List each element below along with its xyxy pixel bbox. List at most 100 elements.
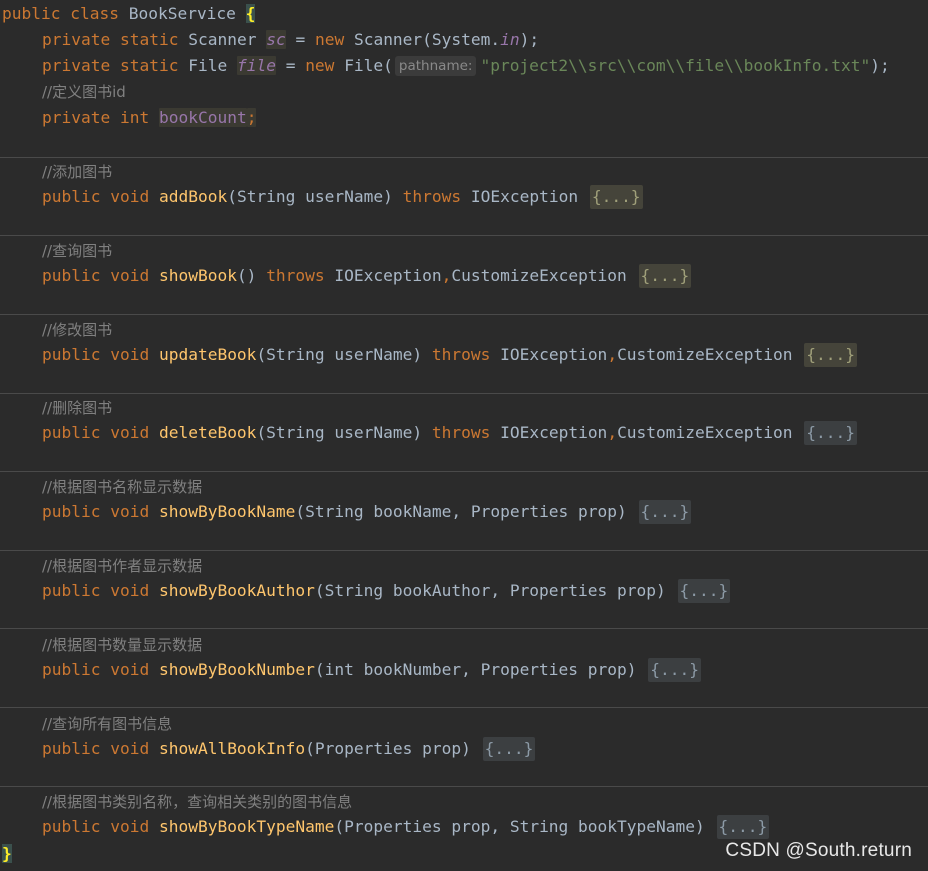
method-separator — [0, 393, 928, 394]
keyword-private: private — [42, 56, 111, 75]
class-close-brace: } — [2, 844, 12, 863]
keyword-void: void — [110, 660, 150, 679]
method-separator — [0, 786, 928, 787]
method-comment: //添加图书 — [42, 163, 113, 181]
type-name: Scanner — [188, 30, 257, 49]
folded-body-toggle[interactable]: {...} — [804, 343, 857, 367]
method-name: showByBookAuthor — [158, 581, 315, 600]
method-signature-showByBookName[interactable]: public void showByBookName(String bookNa… — [42, 500, 692, 524]
keyword-public: public — [42, 423, 101, 442]
system-in-field: in — [500, 30, 520, 49]
keyword-void: void — [110, 187, 150, 206]
method-separator — [0, 157, 928, 158]
parameter-name-hint: pathname: — [394, 56, 477, 76]
method-parameters: (Properties prop, String bookTypeName) — [334, 817, 715, 836]
keyword-public: public — [42, 817, 101, 836]
keyword-void: void — [110, 423, 150, 442]
folded-body-toggle[interactable]: {...} — [589, 185, 643, 209]
folded-body-toggle[interactable]: {...} — [677, 579, 731, 603]
keyword-static: static — [119, 56, 179, 75]
operator: = — [295, 30, 306, 49]
folded-body-toggle[interactable]: {...} — [804, 421, 857, 445]
method-separator — [0, 628, 928, 629]
class-declaration-line[interactable]: public class BookService { — [2, 2, 256, 26]
method-comment: //根据图书名称显示数据 — [42, 478, 203, 496]
keyword-throws: throws — [402, 187, 462, 206]
class-open-brace: { — [245, 4, 256, 23]
constructor-call: Scanner(System. — [353, 30, 501, 49]
field-name-sc: sc — [266, 30, 286, 49]
method-parameters: (String userName) — [256, 345, 432, 364]
method-parameters: () — [236, 266, 267, 285]
field-file-line[interactable]: private static File file = new File(path… — [42, 54, 890, 78]
method-signature-showByBookAuthor[interactable]: public void showByBookAuthor(String book… — [42, 579, 731, 603]
method-separator — [0, 471, 928, 472]
keyword-new: new — [305, 56, 335, 75]
folded-body-toggle[interactable]: {...} — [648, 658, 701, 682]
path-string-literal: "project2\\src\\com\\file\\bookInfo.txt" — [480, 56, 871, 75]
method-name: addBook — [158, 187, 228, 206]
field-bookcount-line[interactable]: private int bookCount; — [42, 106, 257, 130]
keyword-static: static — [119, 30, 179, 49]
class-name: BookService — [128, 4, 236, 23]
keyword-void: void — [110, 581, 150, 600]
folded-body-toggle[interactable]: {...} — [716, 815, 770, 839]
method-signature-deleteBook[interactable]: public void deleteBook(String userName) … — [42, 421, 857, 445]
comment-line: //定义图书id — [42, 83, 126, 101]
field-name-file: file — [236, 56, 276, 75]
keyword-private: private — [42, 30, 111, 49]
keyword-public: public — [2, 4, 61, 23]
method-name: showAllBookInfo — [158, 739, 306, 758]
keyword-public: public — [42, 266, 101, 285]
method-name: showByBookTypeName — [158, 817, 335, 836]
throws-list: IOException,CustomizeException — [490, 345, 803, 364]
constructor-call: File( — [344, 56, 393, 75]
folded-body-toggle[interactable]: {...} — [482, 737, 536, 761]
keyword-void: void — [110, 266, 150, 285]
method-signature-updateBook[interactable]: public void updateBook(String userName) … — [42, 343, 857, 367]
method-parameters: (Properties prop) — [305, 739, 481, 758]
method-signature-showByBookTypeName[interactable]: public void showByBookTypeName(Propertie… — [42, 815, 770, 839]
code-editor[interactable]: public class BookService { private stati… — [0, 0, 928, 871]
method-signature-addBook[interactable]: public void addBook(String userName) thr… — [42, 185, 643, 209]
folded-body-toggle[interactable]: {...} — [638, 264, 692, 288]
folded-body-toggle[interactable]: {...} — [638, 500, 692, 524]
operator: = — [285, 56, 296, 75]
method-comment: //查询所有图书信息 — [42, 715, 173, 733]
method-name: showBook — [158, 266, 237, 285]
keyword-throws: throws — [266, 266, 325, 285]
field-scanner-line[interactable]: private static Scanner sc = new Scanner(… — [42, 28, 539, 52]
keyword-throws: throws — [431, 423, 491, 442]
method-comment: //查询图书 — [42, 242, 113, 260]
method-name: showByBookNumber — [158, 660, 315, 679]
method-parameters: (String bookName, Properties prop) — [295, 502, 637, 521]
keyword-void: void — [110, 502, 150, 521]
method-comment: //根据图书数量显示数据 — [42, 636, 203, 654]
class-close-line[interactable]: } — [2, 842, 12, 866]
method-name: showByBookName — [158, 502, 296, 521]
method-signature-showByBookNumber[interactable]: public void showByBookNumber(int bookNum… — [42, 658, 701, 682]
method-comment: //修改图书 — [42, 321, 113, 339]
method-separator — [0, 550, 928, 551]
statement-end: ); — [870, 56, 890, 75]
method-name: deleteBook — [158, 423, 257, 442]
statement-end: ); — [519, 30, 540, 49]
method-signature-showAllBookInfo[interactable]: public void showAllBookInfo(Properties p… — [42, 737, 536, 761]
method-parameters: (String userName) — [256, 423, 432, 442]
method-separator — [0, 235, 928, 236]
keyword-void: void — [110, 739, 150, 758]
keyword-new: new — [314, 30, 345, 49]
method-comment: //根据图书作者显示数据 — [42, 557, 203, 575]
throws-list: IOException,CustomizeException — [324, 266, 637, 285]
method-parameters: (String bookAuthor, Properties prop) — [314, 581, 676, 600]
throws-list: IOException,CustomizeException — [490, 423, 803, 442]
method-parameters: (int bookNumber, Properties prop) — [314, 660, 647, 679]
throws-list: IOException — [461, 187, 588, 206]
keyword-void: void — [110, 345, 150, 364]
keyword-int: int — [119, 108, 150, 127]
method-comment: //删除图书 — [42, 399, 113, 417]
keyword-throws: throws — [431, 345, 491, 364]
csdn-watermark: CSDN @South.return — [725, 840, 912, 861]
method-signature-showBook[interactable]: public void showBook() throws IOExceptio… — [42, 264, 692, 288]
method-separator — [0, 707, 928, 708]
